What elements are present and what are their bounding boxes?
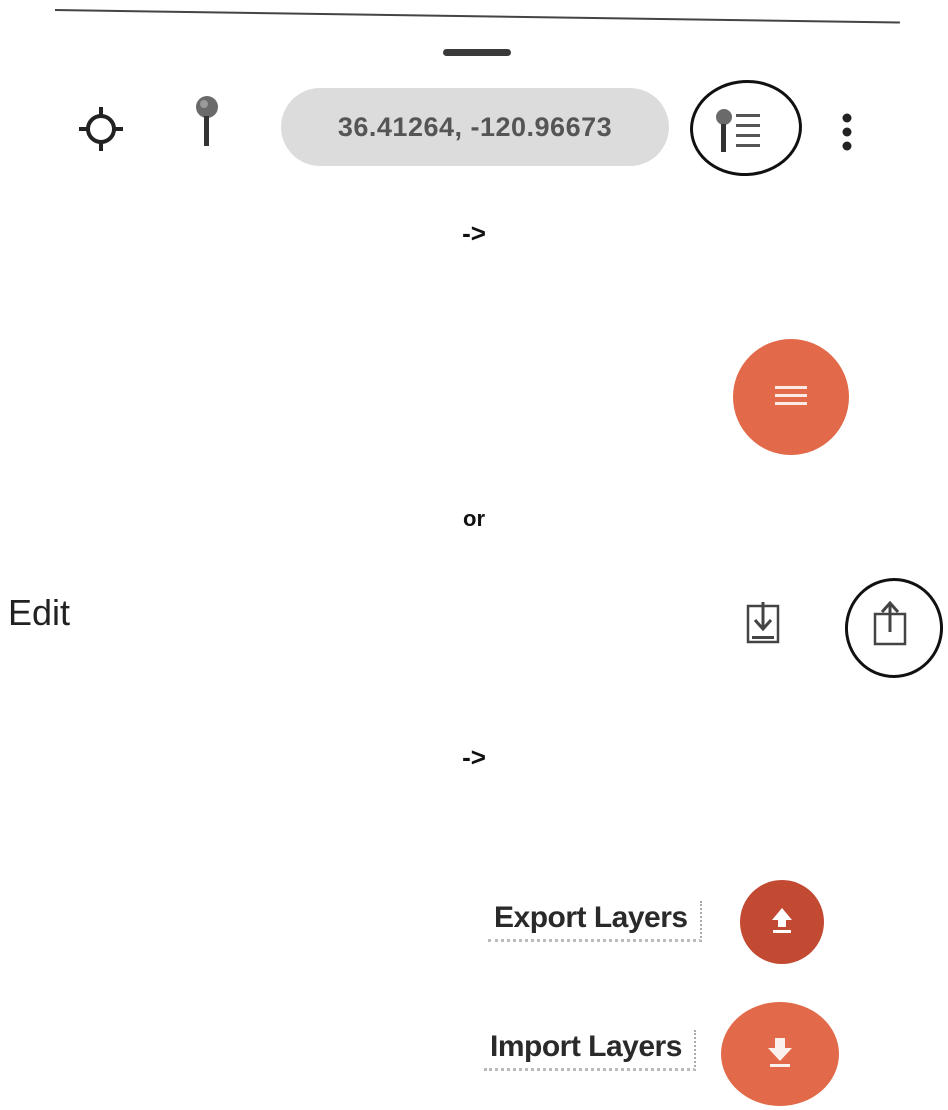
menu-fab[interactable] [733,339,849,455]
export-layers-fab[interactable] [740,880,824,964]
more-vert-icon[interactable] [838,112,856,152]
download-arrow-icon [762,1034,798,1075]
export-layers-label[interactable]: Export Layers [488,901,702,942]
arrow-annotation: -> [462,218,486,248]
crosshair-icon[interactable] [76,104,126,154]
highlight-circle [840,573,948,683]
import-layers-fab[interactable] [721,1002,839,1106]
or-annotation: or [463,506,485,531]
menu-icon [771,380,811,415]
import-layers-label[interactable]: Import Layers [484,1030,696,1071]
top-divider [54,9,900,24]
arrow-annotation: -> [462,742,486,772]
map-pin-icon[interactable] [190,94,224,150]
import-icon[interactable] [744,600,784,648]
edit-title: Edit [8,592,71,633]
coordinates-display[interactable]: 36.41264, -120.96673 [281,88,669,166]
drag-handle[interactable] [443,49,511,56]
highlight-circle [686,76,806,180]
upload-arrow-icon [766,904,798,941]
